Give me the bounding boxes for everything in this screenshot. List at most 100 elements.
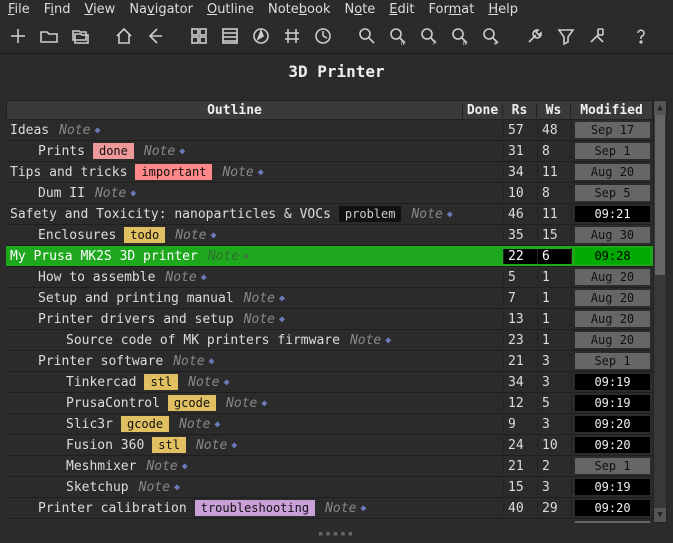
table-row[interactable]: Printer calibrationtroubleshootingNote◆4… [6,498,653,519]
row-title: Printer software [38,354,163,369]
note-label: Note [244,291,275,306]
cell-rs: 34 [503,375,537,390]
table-row[interactable]: Printer drivers and setupNote◆131Aug 20 [6,309,653,330]
zoom-t-icon[interactable]: T [417,24,441,48]
row-title: Slic3r [66,417,113,432]
table-row[interactable]: SketchupNote◆15309:19 [6,477,653,498]
menu-file[interactable]: File [8,2,30,17]
col-rs[interactable]: Rs [502,103,536,118]
row-title: Setup and printing manual [38,291,234,306]
zoom-n2-icon[interactable]: N [448,24,472,48]
menu-outline[interactable]: Outline [207,2,254,17]
menu-format[interactable]: Format [428,2,474,17]
cell-ws: 3 [537,480,571,495]
row-title: Source code of MK printers firmware [66,333,340,348]
svg-text:N: N [401,40,405,46]
menu-note[interactable]: Note [344,2,375,17]
back-icon[interactable] [143,24,167,48]
modified-badge: 09:21 [575,206,650,222]
diamond-icon: ◆ [360,503,366,514]
cell-ws: 8 [537,144,571,159]
table-row[interactable]: EnclosurestodoNote◆3515Aug 30 [6,225,653,246]
filter-icon[interactable] [554,24,578,48]
navigator-icon[interactable] [249,24,273,48]
help-icon[interactable] [629,24,653,48]
row-title: PrusaControl [66,396,160,411]
menu-help[interactable]: Help [488,2,518,17]
modified-badge: Aug 20 [575,290,650,306]
modified-badge: Sep 1 [575,143,650,159]
wrench-icon[interactable] [523,24,547,48]
cell-rs: 5 [503,270,537,285]
cell-rs: 34 [503,165,537,180]
diamond-icon: ◆ [279,293,285,304]
row-title: Tinkercad [66,375,136,390]
clock-icon[interactable] [311,24,335,48]
diamond-icon: ◆ [211,230,217,241]
cell-rs: 35 [503,228,537,243]
table-row[interactable]: Tips and tricksimportantNote◆3411Aug 20 [6,162,653,183]
table-row[interactable]: Dum IINote◆108Sep 5 [6,183,653,204]
table-row[interactable]: My Prusa MK2S 3D printerNote◆22609:28 [6,246,653,267]
note-label: Note [411,207,442,222]
modified-badge: Aug 20 [575,521,650,523]
zoom-icon[interactable] [355,24,379,48]
tools-icon[interactable] [585,24,609,48]
modified-badge: 09:20 [575,437,650,453]
table-row[interactable]: SustainmentNote◆253Aug 20 [6,519,653,523]
table-row[interactable]: Safety and Toxicity: nanoparticles & VOC… [6,204,653,225]
note-label: Note [196,438,227,453]
table-row[interactable]: Fusion 360stlNote◆241009:20 [6,435,653,456]
table-row[interactable]: Printer softwareNote◆213Sep 1 [6,351,653,372]
table-row[interactable]: IdeasNote◆5748Sep 17 [6,120,653,141]
modified-badge: 09:19 [575,395,650,411]
tag-stl: stl [144,374,178,390]
list-icon[interactable] [218,24,242,48]
col-outline[interactable]: Outline [7,103,462,118]
table-row[interactable]: Setup and printing manualNote◆71Aug 20 [6,288,653,309]
menu-navigator[interactable]: Navigator [129,2,193,17]
grid-icon[interactable] [187,24,211,48]
row-title: Tips and tricks [10,165,127,180]
open-multi-icon[interactable] [68,24,92,48]
note-label: Note [188,375,219,390]
diamond-icon: ◆ [447,209,453,220]
cell-ws: 6 [537,249,571,264]
col-modified[interactable]: Modified [570,103,652,118]
home-icon[interactable] [112,24,136,48]
hash-icon[interactable] [280,24,304,48]
diamond-icon: ◆ [223,377,229,388]
col-done[interactable]: Done [462,103,502,118]
diamond-icon: ◆ [94,125,100,136]
cell-ws: 8 [537,186,571,201]
menu-notebook[interactable]: Notebook [268,2,330,17]
note-label: Note [208,249,239,264]
resize-grip-icon[interactable]: ▪▪▪▪▪ [318,529,355,539]
diamond-icon: ◆ [243,251,249,262]
table-row[interactable]: PrusaControlgcodeNote◆12509:19 [6,393,653,414]
modified-badge: 09:20 [575,500,650,516]
menu-edit[interactable]: Edit [389,2,414,17]
scroll-down-icon[interactable]: ▼ [654,508,666,522]
zoom-n-icon[interactable]: N [386,24,410,48]
modified-badge: 09:20 [575,416,650,432]
table-row[interactable]: MeshmixerNote◆212Sep 1 [6,456,653,477]
scroll-up-icon[interactable]: ▲ [654,101,666,115]
table-row[interactable]: How to assembleNote◆51Aug 20 [6,267,653,288]
menu-view[interactable]: View [84,2,115,17]
diamond-icon: ◆ [174,482,180,493]
note-label: Note [144,144,175,159]
table-row[interactable]: Slic3rgcodeNote◆9309:20 [6,414,653,435]
cell-rs: 12 [503,396,537,411]
menu-find[interactable]: Find [44,2,71,17]
col-ws[interactable]: Ws [536,103,570,118]
table-row[interactable]: Source code of MK printers firmwareNote◆… [6,330,653,351]
vertical-scrollbar[interactable]: ▲ ▼ [653,100,667,523]
table-row[interactable]: TinkercadstlNote◆34309:19 [6,372,653,393]
new-icon[interactable] [6,24,30,48]
table-row[interactable]: PrintsdoneNote◆318Sep 1 [6,141,653,162]
note-label: Note [59,123,90,138]
open-icon[interactable] [37,24,61,48]
scroll-thumb[interactable] [655,115,665,275]
zoom-hash-icon[interactable]: # [479,24,503,48]
